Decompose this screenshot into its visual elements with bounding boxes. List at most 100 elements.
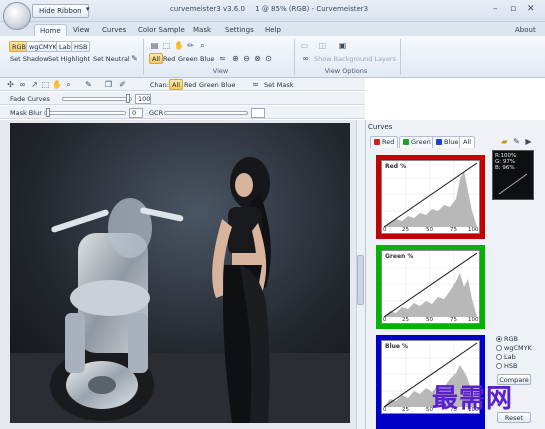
curves-tab-all[interactable]: All	[459, 136, 476, 148]
close-icon[interactable]: ✕	[527, 4, 535, 14]
channel-blue-button[interactable]: Blue	[200, 55, 214, 63]
tick-label: 0	[383, 317, 387, 323]
minimize-icon[interactable]: –	[493, 4, 498, 14]
curves-tab-blue[interactable]: Blue	[432, 136, 463, 148]
document-info: 1 @ 85% (RGB) - Curvemeister3	[255, 5, 369, 13]
radio-icon	[496, 363, 502, 369]
toolbar-channel-green[interactable]: Green	[199, 81, 219, 89]
fade-slider[interactable]	[62, 97, 132, 101]
glasses-icon[interactable]: ∞	[301, 54, 310, 63]
mask-blur-slider[interactable]	[44, 111, 126, 115]
channel-all-button[interactable]: All	[149, 53, 164, 64]
mode-radio-hsb[interactable]: HSB	[496, 362, 517, 370]
eyedropper-icon[interactable]: ✎	[130, 54, 139, 63]
scrollbar-thumb[interactable]	[357, 255, 364, 305]
window-title: curvemeister3 v3.6.0 1 @ 85% (RGB) - Cur…	[170, 5, 370, 13]
mode-wgcmyk-button[interactable]: wgCMYK	[26, 41, 60, 52]
tick-label: 100	[468, 317, 479, 323]
hand-icon[interactable]: ✋	[52, 80, 62, 89]
mode-hsb-button[interactable]: HSB	[71, 41, 91, 52]
zoom-actual-icon[interactable]: ⊙	[264, 54, 273, 63]
view-options-group-label: View Options	[324, 67, 368, 75]
channel-green-button[interactable]: Green	[178, 55, 198, 63]
radio-icon	[496, 345, 502, 351]
green-dot-icon	[403, 139, 409, 145]
tab-color-sample[interactable]: Color Sample	[138, 24, 185, 36]
folder-icon[interactable]: ▰	[500, 137, 509, 146]
tab-home[interactable]: Home	[34, 24, 67, 36]
zoom-icon[interactable]: ⌕	[198, 41, 207, 50]
pencil-icon[interactable]: ✏	[186, 41, 195, 50]
mask-blur-thumb[interactable]	[46, 108, 50, 117]
motorcycle-photo	[10, 123, 350, 423]
zoom-fit-icon[interactable]: ⊗	[253, 54, 262, 63]
curves-tab-red-label: Red	[382, 138, 395, 146]
tick-label: 50	[426, 317, 433, 323]
eyedropper-icon[interactable]: ✎	[84, 80, 93, 89]
select-icon[interactable]: ⬚	[41, 80, 50, 89]
toolbar-channel-blue[interactable]: Blue	[221, 81, 235, 89]
layers-icon[interactable]: ◫	[318, 41, 327, 50]
select-icon[interactable]: ⬚	[162, 41, 171, 50]
blue-curve-label: Blue %	[385, 343, 409, 350]
show-background-layers-button[interactable]: Show Background Layers	[314, 55, 396, 63]
tick-label: 0	[383, 227, 387, 233]
wave-icon[interactable]: ≈	[251, 80, 260, 89]
mask-blur-label: Mask Blur	[10, 109, 42, 117]
chan-label: Chan:	[150, 81, 169, 89]
print-icon[interactable]: ▤	[150, 41, 159, 50]
curves-tab-red[interactable]: Red	[370, 136, 399, 148]
tick-label: 100	[468, 227, 479, 233]
mask-blur-value-field[interactable]: 0	[129, 108, 143, 118]
play-icon[interactable]: ▶	[524, 137, 533, 146]
set-mask-button[interactable]: Set Mask	[264, 81, 293, 89]
glasses-icon[interactable]: ∞	[18, 80, 27, 89]
mode-radio-rgb[interactable]: RGB	[496, 335, 518, 343]
window-icon[interactable]: ▭	[300, 41, 309, 50]
mode-radio-wgcmyk[interactable]: wgCMYK	[496, 344, 532, 352]
tab-curves[interactable]: Curves	[102, 24, 126, 36]
set-shadow-button[interactable]: Set Shadow	[10, 55, 48, 63]
set-highlight-button[interactable]: Set Highlight	[48, 55, 90, 63]
mode-radio-lab[interactable]: Lab	[496, 353, 516, 361]
curves-tab-green[interactable]: Green	[399, 136, 435, 148]
fade-value-field[interactable]: 100	[135, 94, 151, 104]
toolbar-channel-all[interactable]: All	[169, 79, 184, 90]
green-curve-ticks: 0 25 50 75 100	[382, 317, 479, 324]
mode-radio-label: HSB	[504, 362, 518, 370]
toolbar-channel-red[interactable]: Red	[184, 81, 196, 89]
about-link[interactable]: About	[515, 24, 536, 36]
curve-pen-icon[interactable]: ↗	[30, 80, 39, 89]
eyedropper-icon[interactable]: ✎	[512, 137, 521, 146]
zoom-out-icon[interactable]: ⊖	[242, 54, 251, 63]
tab-view[interactable]: View	[73, 24, 90, 36]
gcr-label: GCR	[149, 109, 164, 117]
maximize-icon[interactable]: ▫	[510, 4, 516, 14]
quick-access-dropdown-icon[interactable]: ▾	[86, 5, 90, 13]
red-curve-plot[interactable]: Red % 0 25 50 75 100	[381, 160, 480, 234]
gcr-slider[interactable]	[164, 111, 248, 115]
pin-icon[interactable]: ✣	[6, 80, 15, 89]
zoom-in-icon[interactable]: ⊕	[231, 54, 240, 63]
hand-icon[interactable]: ✋	[174, 41, 184, 50]
wave-icon[interactable]: ≈	[218, 54, 227, 63]
green-curve-plot[interactable]: Green % 0 25 50 75 100	[381, 250, 480, 324]
channel-red-button[interactable]: Red	[163, 55, 175, 63]
app-logo[interactable]	[3, 2, 31, 30]
set-neutral-button[interactable]: Set Neutral	[93, 55, 130, 63]
tab-settings[interactable]: Settings	[225, 24, 254, 36]
zoom-icon[interactable]: ⌕	[64, 80, 73, 89]
brush-icon[interactable]: ✐	[118, 80, 127, 89]
gcr-value-field[interactable]	[251, 108, 265, 118]
hide-ribbon-button[interactable]: Hide Ribbon	[32, 4, 89, 18]
tick-label: 75	[450, 317, 457, 323]
fade-slider-thumb[interactable]	[126, 94, 130, 103]
green-histogram	[382, 251, 479, 318]
copy-icon[interactable]: ❐	[104, 80, 113, 89]
tab-help[interactable]: Help	[265, 24, 281, 36]
photo-canvas[interactable]	[10, 123, 350, 423]
tick-label: 50	[426, 227, 433, 233]
tab-mask[interactable]: Mask	[193, 24, 211, 36]
red-dot-icon	[374, 139, 380, 145]
display-icon[interactable]: ▣	[338, 41, 347, 50]
